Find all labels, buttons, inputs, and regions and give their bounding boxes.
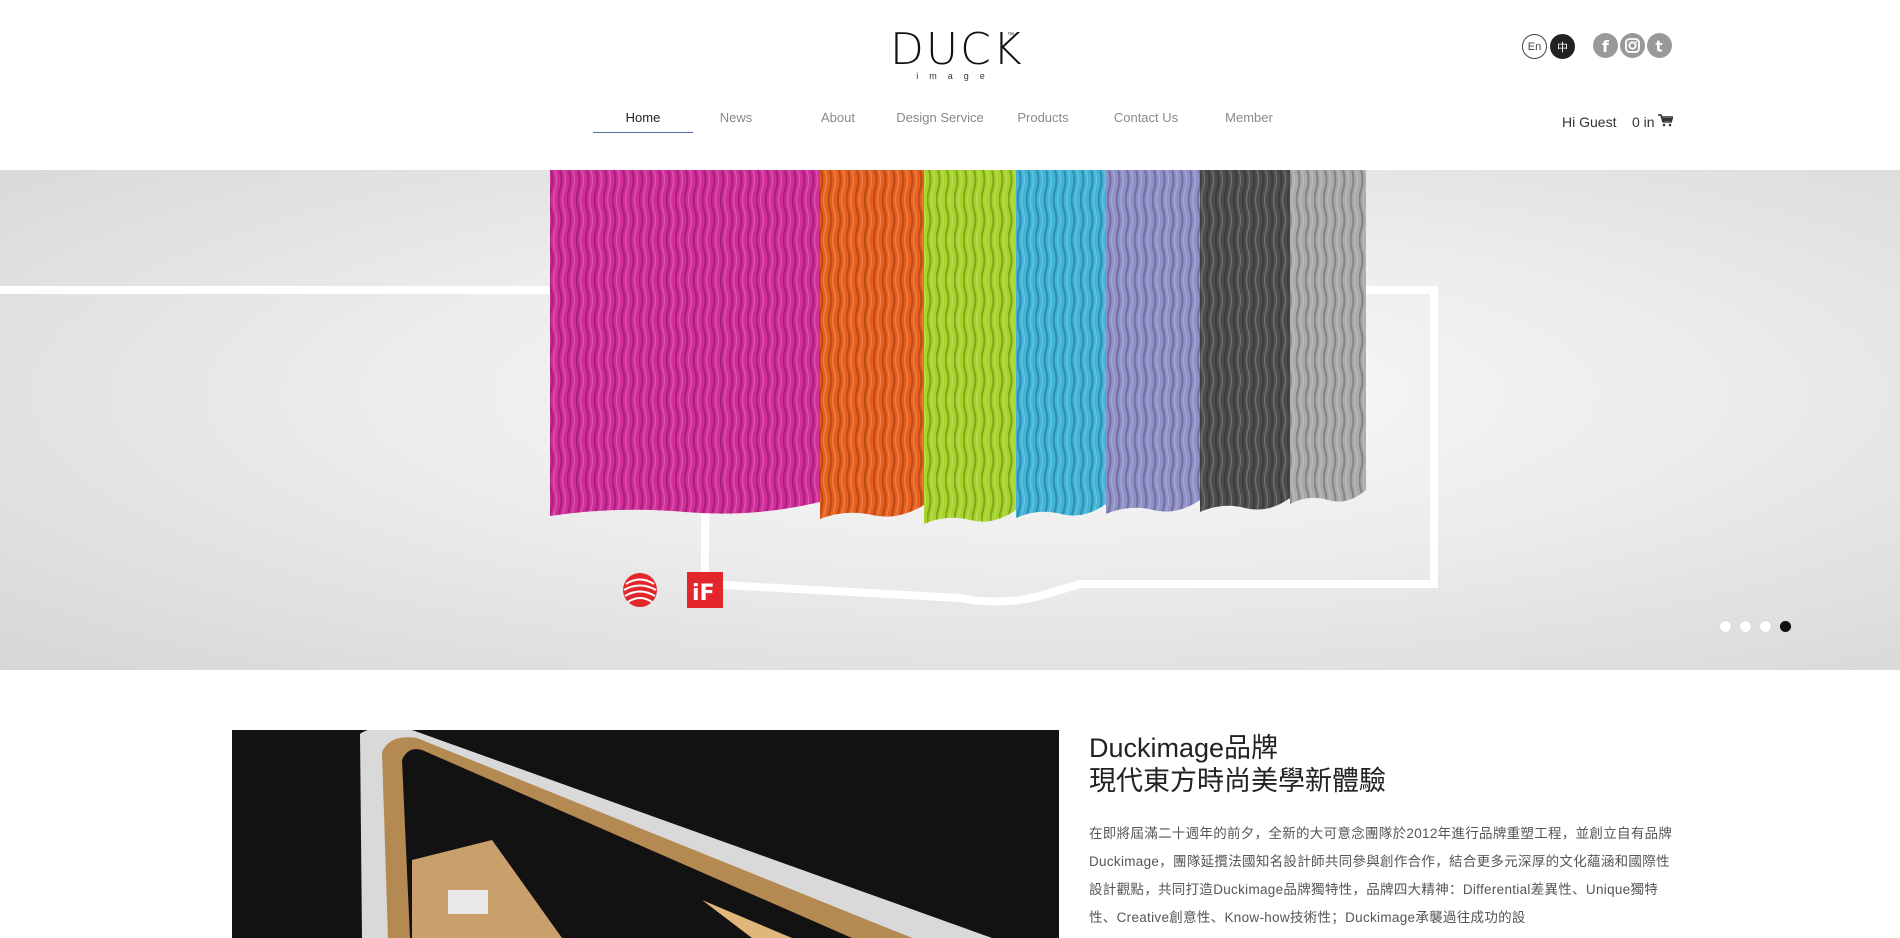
slider-dot-4[interactable] [1780,621,1791,632]
tumblr-icon[interactable]: t [1647,33,1672,58]
nav-item-products[interactable]: Products [1003,107,1083,133]
nav-item-contact-us[interactable]: Contact Us [1106,107,1186,133]
brand-title-line1: Duckimage品牌 [1089,733,1279,763]
facebook-icon[interactable]: f [1593,33,1618,58]
product-panel-texture [924,170,1016,524]
hero-slider[interactable]: iF [0,170,1900,670]
instagram-icon[interactable] [1620,33,1645,58]
product-panel-texture [1016,170,1106,518]
brand-title-line2: 現代東方時尚美學新體驗 [1089,766,1386,796]
brand-description: 在即將屆滿二十週年的前夕，全新的大可意念團隊於2012年進行品牌重塑工程，並創立… [1089,826,1673,925]
logo[interactable]: DUCK ™ image [890,24,1024,82]
nav-item-news[interactable]: News [696,107,776,133]
brand-title: Duckimage品牌 現代東方時尚美學新體驗 [1089,732,1677,798]
slider-dots [1720,621,1791,632]
cart-label: 0 in [1632,114,1655,130]
reddot-award-icon [623,573,657,607]
cart-button[interactable]: 0 in [1632,114,1674,130]
svg-text:iF: iF [692,581,715,606]
language-en-button[interactable]: En [1522,34,1547,59]
user-greeting[interactable]: Hi Guest [1562,114,1616,130]
slider-dot-3[interactable] [1760,621,1771,632]
nav-item-about[interactable]: About [798,107,878,133]
brand-intro: Duckimage品牌 現代東方時尚美學新體驗 在即將屆滿二十週年的前夕，全新的… [1089,732,1677,932]
nav-item-home[interactable]: Home [593,107,693,133]
product-lamp-image [232,730,1059,938]
logo-trademark: ™ [1007,32,1014,39]
language-zh-button[interactable]: 中 [1550,34,1575,59]
product-panel-texture [550,170,820,516]
hero-image: iF [0,170,1438,608]
if-award-icon: iF [687,572,723,608]
slider-dot-2[interactable] [1740,621,1751,632]
svg-text:f: f [1602,37,1610,56]
product-panel-texture [820,170,924,519]
slider-dot-1[interactable] [1720,621,1731,632]
logo-text: DUCK [890,24,1024,75]
product-panel-texture [1290,170,1366,504]
product-panel-texture [1200,170,1290,512]
product-panels [550,170,1366,524]
svg-text:t: t [1656,38,1663,56]
site-header: DUCK ™ image En 中 f t Home News About De… [0,0,1900,170]
cart-icon [1657,114,1674,130]
product-panel-texture [1106,170,1200,514]
nav-item-design-service[interactable]: Design Service [890,107,990,133]
nav-item-member[interactable]: Member [1209,107,1289,133]
